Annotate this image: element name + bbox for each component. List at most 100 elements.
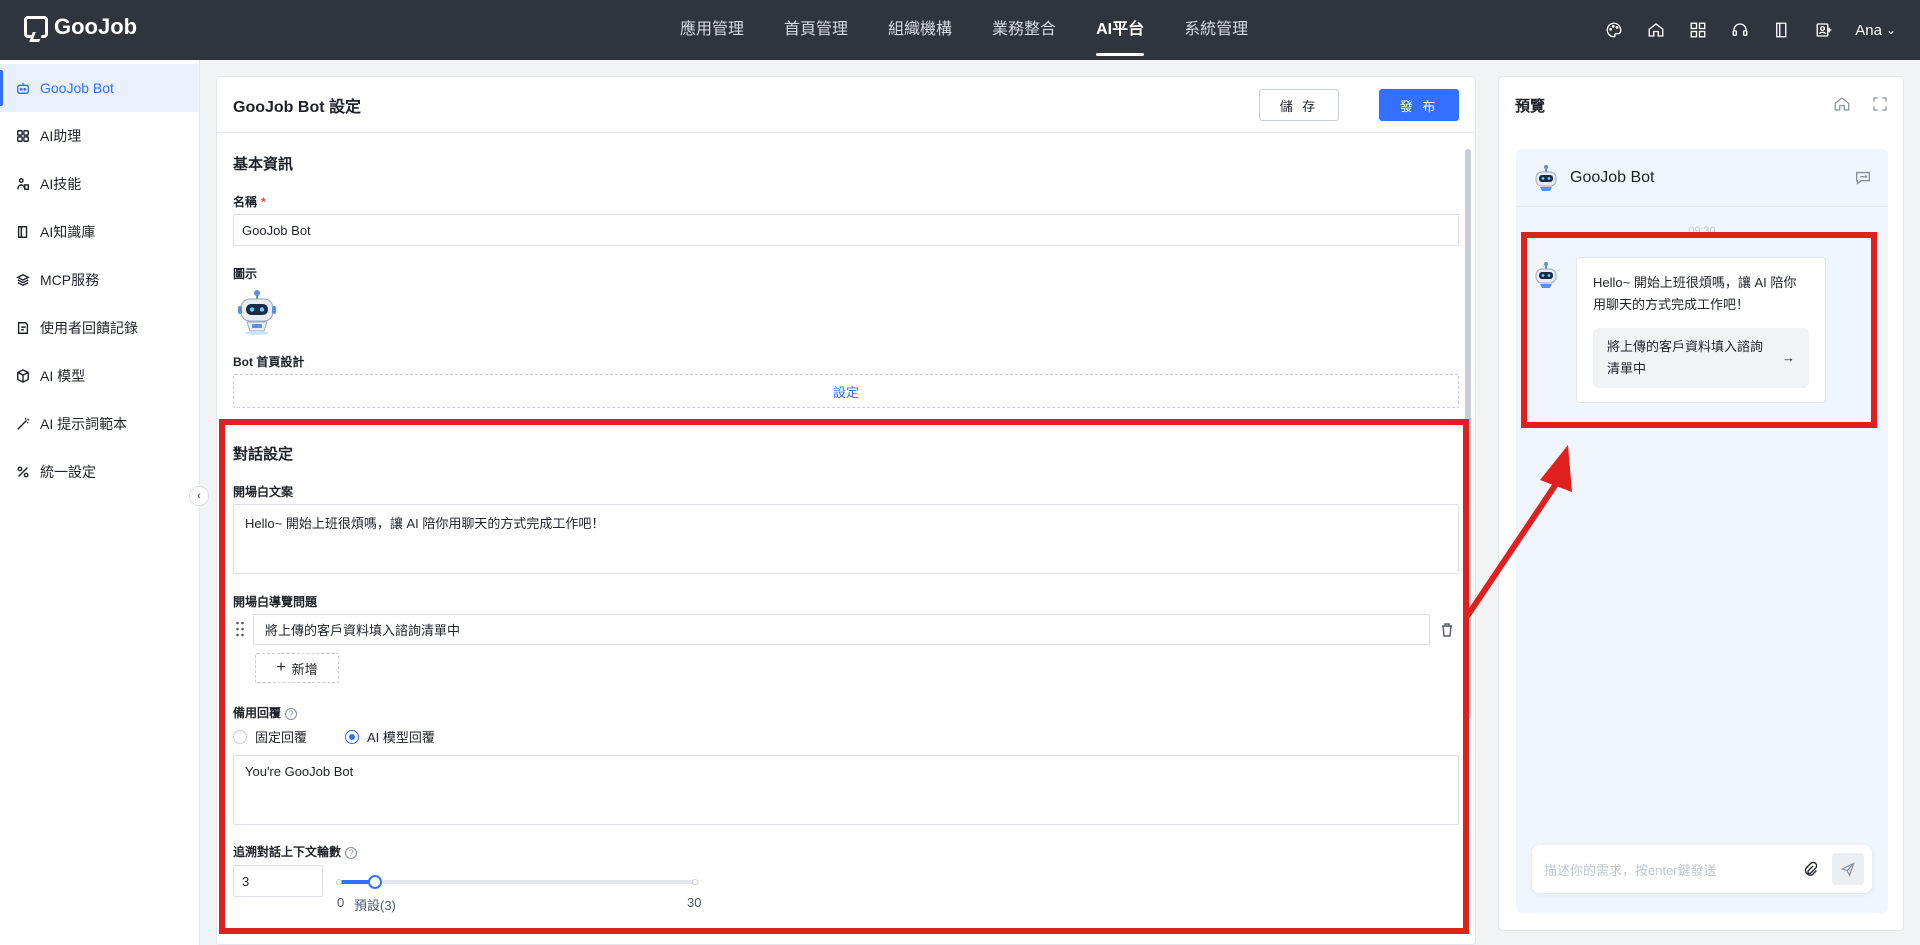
sidebar-item-ai-prompt-template[interactable]: AI 提示詞範本 xyxy=(0,400,199,448)
name-label-text: 名稱 xyxy=(233,195,258,209)
home-icon[interactable] xyxy=(1645,19,1667,41)
top-navigation-bar: GooJob 應用管理 首頁管理 組織機構 業務整合 AI平台 系統管理 Ana… xyxy=(0,0,1920,60)
user-name: Ana xyxy=(1855,21,1882,39)
sidebar-collapse-button[interactable]: ‹ xyxy=(189,486,209,506)
help-icon[interactable]: ? xyxy=(285,708,298,720)
fallback-reply-text: You're GooJob Bot xyxy=(245,764,354,779)
brand-name: GooJob xyxy=(54,14,138,39)
book-icon xyxy=(16,225,30,239)
palette-icon[interactable] xyxy=(1603,19,1625,41)
opening-text-label: 開場白文案 xyxy=(233,485,294,499)
bot-greeting-bubble: Hello~ 開始上班很煩嗎，讓 AI 陪你用聊天的方式完成工作吧！ 將上傳的客… xyxy=(1576,257,1826,403)
sidebar-item-label: MCP服務 xyxy=(40,272,100,288)
sidebar-item-label: AI 模型 xyxy=(40,368,86,384)
nav-item-business-integration[interactable]: 業務整合 xyxy=(972,0,1076,60)
opening-guide-question-label: 開場白導覽問題 xyxy=(233,595,318,609)
bot-avatar-icon xyxy=(1532,164,1560,192)
user-menu[interactable]: Ana ⌄ xyxy=(1855,22,1896,39)
guide-question-input[interactable]: 將上傳的客戶資料填入諮詢清單中 xyxy=(253,614,1430,645)
fullscreen-icon[interactable] xyxy=(1871,95,1889,113)
context-rounds-label: 追溯對話上下文輪數? xyxy=(233,843,358,860)
name-field-label: 名稱 * xyxy=(233,193,266,210)
sidebar-item-label: GooJob Bot xyxy=(40,80,114,96)
bot-icon-image[interactable] xyxy=(235,287,279,335)
chat-message-input[interactable]: 描述你的需求，按enter鍵發送 xyxy=(1532,845,1872,893)
robot-icon xyxy=(16,81,30,95)
sidebar-item-ai-skill[interactable]: AI技能 xyxy=(0,160,199,208)
radio-button-unchecked xyxy=(233,729,247,744)
main-nav: 應用管理 首頁管理 組織機構 業務整合 AI平台 系統管理 xyxy=(660,0,1268,60)
sidebar-item-label: AI助理 xyxy=(40,128,82,144)
suggested-question-text: 將上傳的客戶資料填入諮詢清單中 xyxy=(1607,339,1764,376)
delete-trash-icon[interactable] xyxy=(1440,622,1454,638)
sidebar: GooJob Bot AI助理 AI技能 AI知識庫 MCP服務 使用者回饋記錄… xyxy=(0,60,200,945)
radio-button-checked xyxy=(345,729,359,744)
context-rounds-slider[interactable] xyxy=(336,872,698,892)
sidebar-item-label: AI技能 xyxy=(40,176,82,192)
nav-item-organization[interactable]: 組織機構 xyxy=(868,0,972,60)
bot-message-avatar-icon xyxy=(1532,261,1560,289)
headset-icon[interactable] xyxy=(1729,19,1751,41)
user-card-icon[interactable] xyxy=(1813,19,1835,41)
preview-title: 預覽 xyxy=(1515,97,1546,115)
opening-text-textarea[interactable]: Hello~ 開始上班很煩嗎，讓 AI 陪你用聊天的方式完成工作吧！ xyxy=(233,504,1459,574)
publish-button[interactable]: 發 布 xyxy=(1379,89,1459,121)
chat-bot-name: GooJob Bot xyxy=(1570,168,1655,186)
fallback-label-text: 備用回覆 xyxy=(233,706,282,720)
icon-field-label: 圖示 xyxy=(233,267,258,281)
bot-home-design-label: Bot 首頁設計 xyxy=(233,355,305,369)
arrow-right-icon: → xyxy=(1782,350,1795,365)
attachment-icon[interactable] xyxy=(1800,859,1820,879)
panel-title: GooJob Bot 設定 xyxy=(233,98,361,116)
sidebar-item-user-feedback[interactable]: 使用者回饋記錄 xyxy=(0,304,199,352)
sidebar-item-ai-model[interactable]: AI 模型 xyxy=(0,352,199,400)
wand-icon xyxy=(16,417,30,431)
greeting-text: Hello~ 開始上班很煩嗎，讓 AI 陪你用聊天的方式完成工作吧！ xyxy=(1593,275,1797,312)
message-time: 09:30 xyxy=(1688,225,1716,237)
add-question-button[interactable]: + 新增 xyxy=(255,653,339,683)
help-icon[interactable]: ? xyxy=(345,847,358,859)
home-icon[interactable] xyxy=(1833,95,1851,113)
sidebar-item-label: AI知識庫 xyxy=(40,224,96,240)
nav-item-app-management[interactable]: 應用管理 xyxy=(660,0,764,60)
drag-handle-icon[interactable] xyxy=(235,620,245,638)
slider-min-dot xyxy=(336,879,342,885)
send-button[interactable] xyxy=(1832,853,1864,885)
grid-icon[interactable] xyxy=(1687,19,1709,41)
sidebar-item-mcp-service[interactable]: MCP服務 xyxy=(0,256,199,304)
nav-item-system-management[interactable]: 系統管理 xyxy=(1164,0,1268,60)
slider-max-dot xyxy=(692,879,698,885)
chevron-down-icon: ⌄ xyxy=(1885,23,1896,37)
sidebar-item-ai-assistant[interactable]: AI助理 xyxy=(0,112,199,160)
cube-icon xyxy=(16,369,30,383)
suggested-question-chip[interactable]: 將上傳的客戶資料填入諮詢清單中 → xyxy=(1593,328,1809,388)
radio-fixed-reply[interactable]: 固定回覆 xyxy=(233,727,307,746)
layers-icon xyxy=(16,273,30,287)
slider-track[interactable] xyxy=(339,880,695,884)
slider-max-label: 30 xyxy=(687,895,702,910)
nav-item-ai-platform[interactable]: AI平台 xyxy=(1076,0,1164,60)
plus-icon: + xyxy=(276,659,286,676)
sidebar-item-ai-knowledge-base[interactable]: AI知識庫 xyxy=(0,208,199,256)
chat-input-placeholder: 描述你的需求，按enter鍵發送 xyxy=(1544,862,1717,878)
send-icon xyxy=(1840,862,1855,877)
new-chat-icon[interactable] xyxy=(1854,169,1872,187)
nav-item-home-management[interactable]: 首頁管理 xyxy=(764,0,868,60)
save-button[interactable]: 儲 存 xyxy=(1259,89,1339,121)
book-icon[interactable] xyxy=(1771,19,1793,41)
home-design-setup-link[interactable]: 設定 xyxy=(233,374,1459,408)
top-icon-bar: Ana ⌄ xyxy=(1603,0,1896,60)
goojob-logo[interactable]: GooJob xyxy=(24,14,137,40)
context-rounds-input[interactable]: 3 xyxy=(233,865,323,897)
fallback-reply-textarea[interactable]: You're GooJob Bot xyxy=(233,755,1459,825)
radio-ai-model-reply[interactable]: AI 模型回覆 xyxy=(345,727,435,746)
bot-settings-panel: GooJob Bot 設定 儲 存 發 布 基本資訊 名稱 * GooJob Bo… xyxy=(216,76,1476,945)
skill-icon xyxy=(16,177,30,191)
sidebar-item-goojob-bot[interactable]: GooJob Bot xyxy=(0,64,199,112)
panel-scrollbar[interactable] xyxy=(1465,149,1471,719)
bot-name-input[interactable]: GooJob Bot xyxy=(233,214,1459,246)
chat-preview: GooJob Bot 09:30 Hello~ 開始上班很煩嗎，讓 AI 陪你用… xyxy=(1516,149,1888,913)
slider-thumb[interactable] xyxy=(367,875,382,889)
sidebar-item-unified-settings[interactable]: 統一設定 xyxy=(0,448,199,496)
sidebar-item-label: 統一設定 xyxy=(40,464,96,480)
